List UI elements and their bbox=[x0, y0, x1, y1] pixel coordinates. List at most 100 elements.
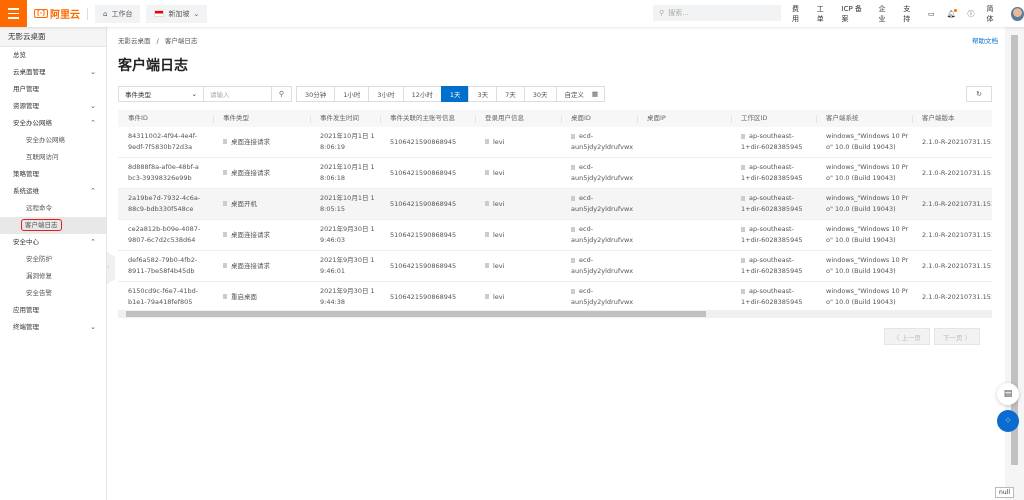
top-bar: [-] 阿里云 ⌂ 工作台 新加坡 ⌄ ⚲ 搜索... 费用 工单 ICP 备案 企业 … bbox=[0, 0, 1024, 27]
column-header[interactable]: 事件发生时间 bbox=[310, 113, 380, 124]
nav-enterprise[interactable]: 企业 bbox=[878, 4, 891, 24]
time-range-button[interactable]: 3小时 bbox=[368, 86, 404, 102]
column-header[interactable]: 事件关联的主账号信息 bbox=[380, 113, 475, 124]
nav-ticket[interactable]: 工单 bbox=[817, 4, 830, 24]
menu-button[interactable] bbox=[0, 0, 27, 27]
sidebar-item[interactable]: 安全防护 bbox=[0, 251, 106, 268]
time-range-button[interactable]: 1天 bbox=[440, 86, 470, 102]
cell-text: 2a19be7d-7932-4c6a- bbox=[128, 194, 201, 202]
event-type-select[interactable]: 事件类型 ⌄ bbox=[118, 86, 204, 102]
sidebar-item[interactable]: 用户管理 bbox=[0, 81, 106, 98]
search-input[interactable]: ⚲ 搜索... bbox=[653, 5, 781, 21]
resource-icon bbox=[223, 201, 227, 206]
avatar[interactable] bbox=[1011, 6, 1024, 21]
sidebar-item[interactable]: 安全办公网络 bbox=[0, 132, 106, 149]
sidebar-item-label: 用户管理 bbox=[13, 85, 39, 93]
sidebar-item[interactable]: 互联网访问 bbox=[0, 149, 106, 166]
filter-input[interactable]: 请输入 bbox=[204, 86, 272, 102]
sidebar-item[interactable]: 安全告警 bbox=[0, 285, 106, 302]
column-header[interactable]: 工作区ID bbox=[731, 113, 816, 124]
null-select[interactable]: null bbox=[995, 487, 1014, 498]
table-cell: ecd-aun5jdy2yldrufvwx bbox=[561, 162, 637, 184]
apps-button[interactable]: ⁘ bbox=[997, 410, 1019, 432]
cell-text: 1+dir-6028385945 bbox=[741, 143, 803, 151]
sidebar-item[interactable]: 安全办公网络 ⌃ bbox=[0, 115, 106, 132]
sidebar-item[interactable]: 策略管理 bbox=[0, 166, 106, 183]
table-cell: 2.1.0-R-20210731.15175 bbox=[912, 168, 992, 179]
region-select[interactable]: 新加坡 ⌄ bbox=[146, 4, 208, 23]
scrollbar-thumb[interactable] bbox=[126, 311, 706, 317]
refresh-button[interactable]: ↻ bbox=[966, 86, 992, 102]
table-row[interactable]: ce2a812b-b09e-4087- 9807-6c7d2c538d64 桌面连接… bbox=[118, 220, 992, 251]
table-row[interactable]: 2a19be7d-7932-4c6a- 88c9-bdb330f548ce 桌面开机… bbox=[118, 189, 992, 220]
cell-text: 5106421590868945 bbox=[390, 261, 457, 270]
sidebar-item-label: 安全告警 bbox=[26, 289, 52, 297]
aliyun-logo[interactable]: [-] 阿里云 bbox=[34, 6, 80, 21]
column-header[interactable]: 登录用户信息 bbox=[475, 113, 561, 124]
table-row[interactable]: def6a582-79b0-4fb2- 8911-7be58f4b45db 桌面连接… bbox=[118, 251, 992, 282]
nav-support[interactable]: 支持 bbox=[903, 4, 916, 24]
language-switch[interactable]: 简体 bbox=[986, 4, 999, 24]
cell-text: 5106421590868945 bbox=[390, 199, 457, 208]
help-docs-link[interactable]: 帮助文档 bbox=[972, 35, 998, 45]
cell-text: 9:44:38 bbox=[320, 298, 346, 306]
breadcrumb-root[interactable]: 无影云桌面 bbox=[118, 37, 151, 45]
time-range-button[interactable]: 1小时 bbox=[334, 86, 370, 102]
table-cell: 2.1.0-R-20210731.15175 bbox=[912, 230, 992, 241]
sidebar-collapse-button[interactable]: ‹ bbox=[107, 252, 115, 284]
table-cell: levi bbox=[475, 261, 561, 272]
cell-text: 2.1.0-R-20210731.15175 bbox=[922, 168, 992, 177]
cell-text: windows_"Windows 10 Pr bbox=[826, 194, 909, 202]
sidebar-item[interactable]: 漏洞修复 bbox=[0, 268, 106, 285]
column-header[interactable]: 桌面ID bbox=[561, 113, 637, 124]
resource-icon bbox=[571, 227, 575, 232]
column-header[interactable]: 客户端系统 bbox=[816, 113, 912, 124]
cell-text: 8:06:19 bbox=[320, 143, 346, 151]
sidebar-item[interactable]: 终端管理 ⌄ bbox=[0, 319, 106, 336]
sidebar-item[interactable]: 资源管理 ⌄ bbox=[0, 98, 106, 115]
sidebar-item[interactable]: 客户端日志 bbox=[0, 217, 106, 234]
column-header[interactable]: 桌面IP bbox=[637, 113, 731, 124]
table-row[interactable]: 84311002-4f94-4e4f- 9edf-7f5830b72d3a 桌面连接… bbox=[118, 127, 992, 158]
time-range-button[interactable]: 12小时 bbox=[402, 86, 442, 102]
feedback-button[interactable]: ▤ bbox=[997, 383, 1019, 405]
home-icon: ⌂ bbox=[103, 9, 108, 18]
sidebar-item[interactable]: 应用管理 bbox=[0, 302, 106, 319]
bell-icon[interactable]: 🔔︎ bbox=[947, 8, 958, 18]
sidebar-item[interactable]: 系统运维 ⌃ bbox=[0, 183, 106, 200]
cell-text: bc3-39398326e99b bbox=[128, 174, 192, 182]
cell-text: 2.1.0-R-20210731.15175 bbox=[922, 230, 992, 239]
column-header[interactable]: 事件类型 bbox=[213, 113, 310, 124]
table-row[interactable]: 6150cd9c-f6e7-41bd-b1e1-79a418fef805 重启桌面… bbox=[118, 282, 992, 313]
sidebar-item-label: 云桌面管理 bbox=[13, 68, 46, 76]
table-row[interactable]: 8d888f8a-af0e-48bf-a bc3-39398326e99b 桌面连接… bbox=[118, 158, 992, 189]
sidebar-item-label: 安全办公网络 bbox=[26, 136, 65, 144]
nav-icp[interactable]: ICP 备案 bbox=[842, 4, 867, 24]
workbench-button[interactable]: ⌂ 工作台 bbox=[95, 4, 141, 23]
time-range-button[interactable]: 30分钟 bbox=[296, 86, 336, 102]
sidebar-item[interactable]: 总览 bbox=[0, 47, 106, 64]
time-range-button[interactable]: 7天 bbox=[496, 86, 525, 102]
sidebar-item[interactable]: 安全中心 ⌃ bbox=[0, 234, 106, 251]
table-cell: levi bbox=[475, 230, 561, 241]
terminal-icon[interactable]: ▭ bbox=[928, 10, 935, 18]
search-button[interactable]: ⚲ bbox=[272, 86, 292, 102]
next-page-button[interactable]: 下一页 〉 bbox=[934, 328, 980, 345]
cell-text: aun5jdy2yldrufvwx bbox=[571, 143, 634, 151]
horizontal-scrollbar[interactable] bbox=[118, 310, 992, 318]
prev-page-button[interactable]: 〈 上一页 bbox=[884, 328, 930, 345]
column-header[interactable]: 事件ID bbox=[118, 113, 213, 124]
column-header[interactable]: 客户端版本 bbox=[912, 113, 992, 124]
cell-text: levi bbox=[493, 137, 505, 146]
resource-icon bbox=[571, 289, 575, 294]
cell-text: 5106421590868945 bbox=[390, 292, 457, 301]
nav-billing[interactable]: 费用 bbox=[792, 4, 805, 24]
sidebar-item[interactable]: 云桌面管理 ⌄ bbox=[0, 64, 106, 81]
sidebar-item[interactable]: 远程命令 bbox=[0, 200, 106, 217]
time-range-button[interactable]: 自定义 ▦ bbox=[555, 86, 606, 102]
time-range-button[interactable]: 3天 bbox=[468, 86, 498, 102]
time-range-button[interactable]: 30天 bbox=[523, 86, 557, 102]
help-icon[interactable]: ⓘ bbox=[967, 9, 974, 19]
cell-text: levi bbox=[493, 230, 505, 239]
cell-text: 8:05:15 bbox=[320, 205, 346, 213]
